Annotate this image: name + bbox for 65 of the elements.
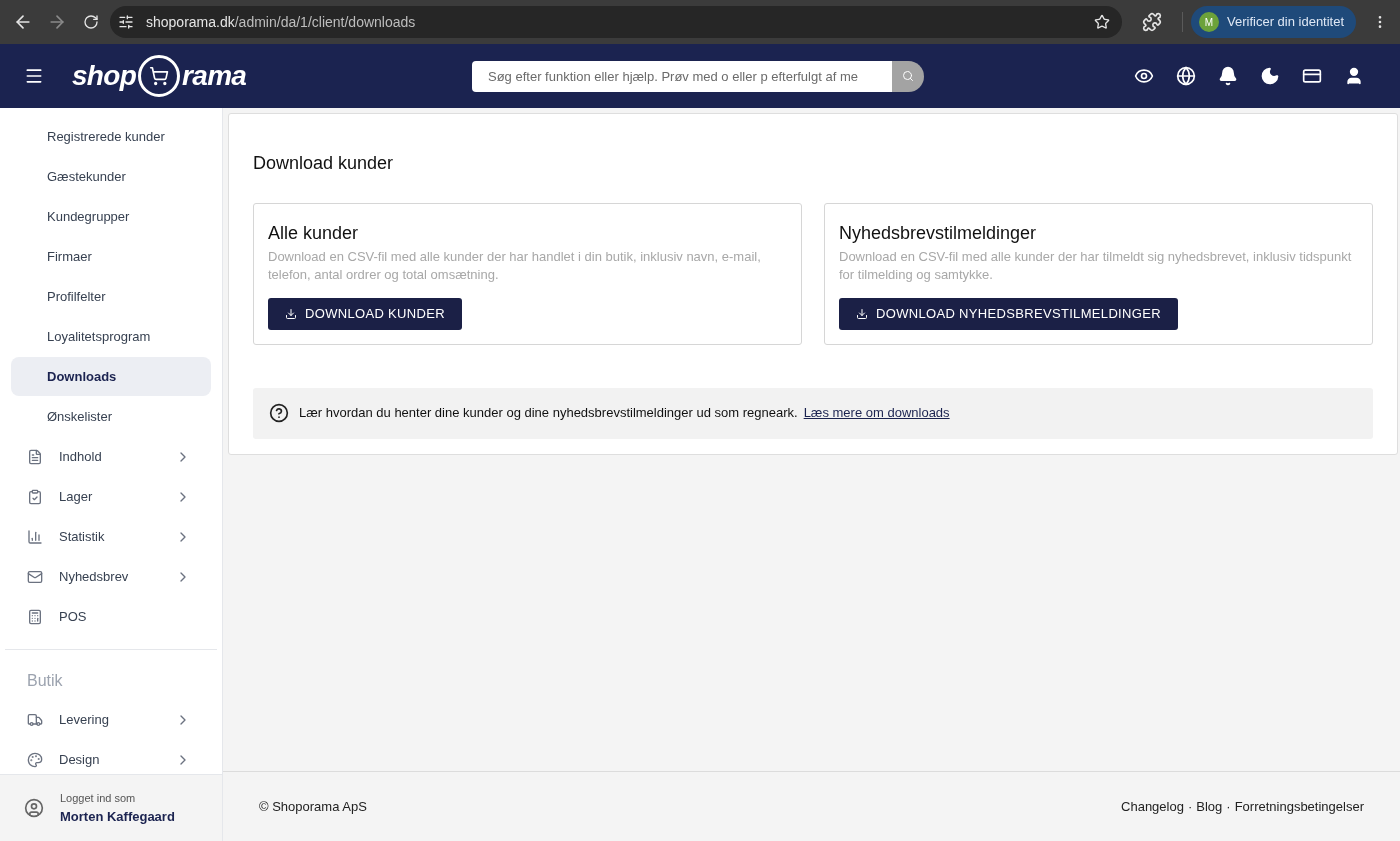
sidebar-item[interactable]: Design (11, 740, 211, 774)
sidebar-item[interactable]: Lager (11, 477, 211, 516)
sidebar-item[interactable]: Indhold (11, 437, 211, 476)
bell-icon[interactable] (1218, 66, 1238, 86)
card-title: Nyhedsbrevstilmeldinger (839, 222, 1038, 245)
menu-icon[interactable] (24, 66, 44, 86)
sidebar-item[interactable]: Gæstekunder (11, 157, 211, 196)
profile-button[interactable]: M Verificer din identitet (1191, 6, 1357, 38)
card-description: Download en CSV-fil med alle kunder der har tilmeldt sig nyhedsbrevet, inklusiv tidspunkt for tilmelding og samtykke. (839, 247, 1353, 284)
card-icon[interactable] (1302, 66, 1322, 86)
reload-icon[interactable] (83, 14, 99, 30)
section-heading: Butik (26, 671, 64, 691)
user-avatar-icon (24, 798, 44, 818)
document-icon (27, 448, 43, 465)
card-title: Alle kunder (268, 222, 360, 245)
clipboard-check-icon (27, 488, 43, 505)
site-settings-icon[interactable] (118, 14, 134, 30)
sidebar-item[interactable]: Kundegrupper (11, 197, 211, 236)
copyright-text: © Shoporama ApS (259, 797, 368, 816)
download-icon (856, 307, 868, 320)
eye-icon[interactable] (1134, 66, 1154, 86)
footer-link[interactable]: Blog (1196, 796, 1223, 817)
user-caption: Logget ind som (60, 791, 137, 806)
search-icon (902, 70, 914, 82)
logo-text: shop (72, 59, 137, 93)
download-button[interactable]: DOWNLOAD KUNDER (268, 297, 462, 330)
footer-link[interactable]: Changelog (1121, 796, 1184, 817)
globe-icon[interactable] (1176, 66, 1196, 86)
search-button[interactable] (892, 60, 924, 92)
search-field[interactable]: Søg efter funktion eller hjælp. Prøv med o eller p efterfulgt af me (472, 60, 892, 92)
sidebar-item[interactable]: Statistik (11, 517, 211, 556)
user-icon[interactable] (1344, 66, 1364, 86)
page-title: Download kunder (253, 152, 395, 175)
truck-icon (27, 711, 43, 728)
user-name: Morten Kaffegaard (60, 807, 175, 826)
download-button[interactable]: DOWNLOAD NYHEDSBREVSTILMELDINGER (839, 297, 1178, 330)
separator-dot: · (1187, 797, 1193, 816)
mail-icon (27, 568, 43, 585)
calculator-icon (27, 608, 43, 625)
sidebar-item[interactable]: Nyhedsbrev (11, 557, 211, 596)
url-text: shoporama.dk/admin/da/1/client/downloads (146, 12, 417, 32)
separator-dot: · (1226, 797, 1231, 816)
avatar-icon: M (1199, 12, 1219, 32)
sidebar-item[interactable]: Registrerede kunder (11, 117, 211, 156)
info-link[interactable]: Læs mere om downloads (803, 403, 950, 423)
sidebar-item[interactable]: Downloads (11, 357, 211, 396)
card-description: Download en CSV-fil med alle kunder der har handlet i din butik, inklusiv navn, e-mail, telefon, antal ordrer og total omsætning. (268, 247, 762, 284)
sidebar-item[interactable]: POS (11, 597, 211, 636)
sidebar-item[interactable]: Profilfelter (11, 277, 211, 316)
info-text: Lær hvordan du henter dine kunder og dine nyhedsbrevstilmeldinger ud som regneark. (299, 404, 798, 423)
bookmark-star-icon[interactable] (1094, 14, 1110, 30)
help-icon (269, 403, 289, 423)
sidebar-item[interactable]: Loyalitetsprogram (11, 317, 211, 356)
logo-text: rama (182, 59, 247, 93)
sidebar-item[interactable]: Ønskelister (11, 397, 211, 436)
moon-icon[interactable] (1260, 66, 1280, 86)
address-bar[interactable]: shoporama.dk/admin/da/1/client/downloads (110, 6, 1122, 38)
footer-link[interactable]: Forretningsbetingelser (1234, 796, 1364, 817)
bar-chart-icon (27, 528, 43, 545)
cart-logo-icon (138, 55, 181, 97)
sidebar-item[interactable]: Firmaer (11, 237, 211, 276)
download-icon (285, 307, 297, 320)
extensions-icon[interactable] (1142, 12, 1162, 32)
palette-icon (27, 751, 43, 768)
sidebar-item[interactable]: Levering (11, 700, 211, 739)
